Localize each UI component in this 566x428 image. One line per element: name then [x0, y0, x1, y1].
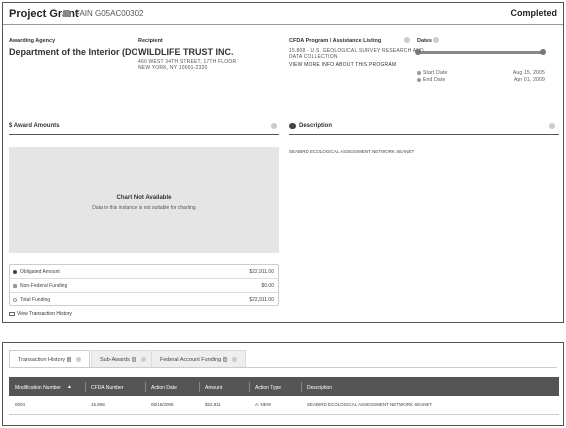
- amounts-info-icon[interactable]: [271, 123, 277, 129]
- cfda-more-info-link[interactable]: VIEW MORE INFO ABOUT THIS PROGRAM: [289, 62, 396, 68]
- award-amounts-title: $ Award Amounts: [9, 123, 60, 129]
- tab-federal-account-funding[interactable]: Federal Account Funding 0: [151, 350, 246, 367]
- award-header: Project Grant FAIN G05AC00302 Completed: [3, 3, 563, 25]
- obligated-label: Obligated Amount: [20, 269, 60, 275]
- td-cfda-number: 15.808: [91, 402, 105, 407]
- th-description[interactable]: Description: [307, 385, 332, 391]
- history-icon: [9, 312, 15, 316]
- status-label: Completed: [510, 8, 557, 18]
- awarding-agency-name[interactable]: Department of the Interior (DOI): [9, 47, 137, 57]
- th-divider-3: [199, 382, 200, 392]
- th-amount[interactable]: Amount: [205, 385, 222, 391]
- tab-transaction-history-count: 1: [67, 357, 72, 363]
- sort-icon[interactable]: ▲: [67, 384, 72, 390]
- awarding-agency-label: Awarding Agency: [9, 38, 56, 44]
- dates-progress-fill: [417, 51, 543, 54]
- recipient-name[interactable]: WILDLIFE TRUST INC.: [138, 47, 234, 57]
- start-date-value: Aug 15, 2005: [512, 70, 545, 76]
- th-divider-2: [145, 382, 146, 392]
- th-divider-5: [301, 382, 302, 392]
- end-date-label: End Date: [423, 77, 446, 83]
- tab-federal-account-funding-count: 0: [223, 357, 228, 363]
- dates-label: Dates: [417, 38, 432, 44]
- view-transaction-history-link[interactable]: View Transaction History: [17, 311, 72, 317]
- th-modification-number[interactable]: Modification Number: [15, 385, 61, 391]
- th-divider-1: [85, 382, 86, 392]
- recipient-label: Recipient: [138, 38, 163, 44]
- dates-progress-start-dot: [415, 49, 421, 55]
- th-action-type[interactable]: Action Type: [255, 385, 281, 391]
- description-text: SEABIRD ECOLOGICAL ASSESSMENT NETWORK SE…: [289, 149, 415, 154]
- description-title: Description: [299, 123, 333, 129]
- speech-bubble-icon: [289, 123, 296, 129]
- th-divider-4: [249, 382, 250, 392]
- chart-unavailable-subtitle: Data in this instance is not suitable fo…: [92, 205, 196, 211]
- td-action-date: 08/15/2005: [151, 402, 174, 407]
- th-cfda-number[interactable]: CFDA Number: [91, 385, 124, 391]
- amounts-divider: [9, 134, 279, 135]
- start-date-label: Start Date: [423, 70, 448, 76]
- cfda-info-icon[interactable]: [404, 37, 410, 43]
- dates-progress-track: [417, 51, 543, 54]
- cfda-label: CFDA Program / Assistance Listing: [289, 38, 382, 44]
- tab-sub-awards[interactable]: Sub-Awards 0: [91, 350, 155, 367]
- tab-transaction-history[interactable]: Transaction History 1: [9, 350, 90, 367]
- amount-row-obligated: Obligated Amount $22,911.00: [10, 265, 278, 279]
- tab-sub-awards-count: 0: [131, 357, 137, 363]
- transactions-card: Transaction History 1 Sub-Awards 0 Federal…: [2, 342, 564, 426]
- obligated-icon: [13, 270, 17, 274]
- tab-federal-account-funding-info-icon[interactable]: [231, 357, 237, 363]
- amounts-table: Obligated Amount $22,911.00 Non-Federal …: [9, 264, 279, 306]
- fain-label: FAIN G05AC00302: [75, 9, 144, 18]
- end-date-value: Apr 01, 2009: [513, 77, 545, 83]
- description-info-icon[interactable]: [549, 123, 555, 129]
- transactions-table: Modification Number ▲ CFDA Number Action…: [9, 377, 559, 415]
- end-date-dot: [417, 78, 421, 82]
- non-federal-value: $0.00: [261, 283, 274, 289]
- dates-info-icon[interactable]: [433, 37, 439, 43]
- td-amount: $22,911: [205, 402, 221, 407]
- non-federal-label: Non-Federal Funding: [20, 283, 68, 289]
- tab-federal-account-funding-label: Federal Account Funding: [160, 357, 222, 363]
- tab-sub-awards-label: Sub-Awards: [100, 357, 130, 363]
- total-label: Total Funding: [20, 297, 51, 303]
- amount-row-non-federal: Non-Federal Funding $0.00: [10, 279, 278, 293]
- recipient-address-2: NEW YORK, NY 10001-2320: [138, 65, 208, 71]
- non-federal-icon: [13, 284, 17, 288]
- description-divider: [289, 134, 559, 135]
- tab-sub-awards-info-icon[interactable]: [140, 357, 146, 363]
- th-action-date[interactable]: Action Date: [151, 385, 177, 391]
- chart-unavailable-title: Chart Not Available: [116, 195, 172, 201]
- tab-transaction-history-label: Transaction History: [18, 357, 66, 363]
- award-summary-card: Project Grant FAIN G05AC00302 Completed …: [2, 2, 564, 323]
- obligated-value: $22,911.00: [249, 269, 274, 275]
- td-description: SEABIRD ECOLOGICAL ASSESSMENT NETWORK SE…: [307, 402, 433, 407]
- chart-placeholder: Chart Not Available Data in this instanc…: [9, 147, 279, 253]
- cfda-text-2: DATA COLLECTION: [289, 54, 338, 60]
- tab-transaction-history-info-icon[interactable]: [75, 357, 81, 363]
- dates-progress-end-dot: [540, 49, 546, 55]
- td-action-type: A: New: [255, 402, 272, 407]
- tabs-divider: [9, 367, 557, 368]
- start-date-dot: [417, 71, 421, 75]
- amount-row-total: Total Funding $22,911.00: [10, 293, 278, 307]
- total-value: $22,911.00: [249, 297, 274, 303]
- total-icon: [13, 298, 17, 302]
- flag-icon: [63, 10, 70, 17]
- td-modification-number: 0004: [15, 402, 26, 407]
- table-header: Modification Number ▲ CFDA Number Action…: [9, 377, 559, 396]
